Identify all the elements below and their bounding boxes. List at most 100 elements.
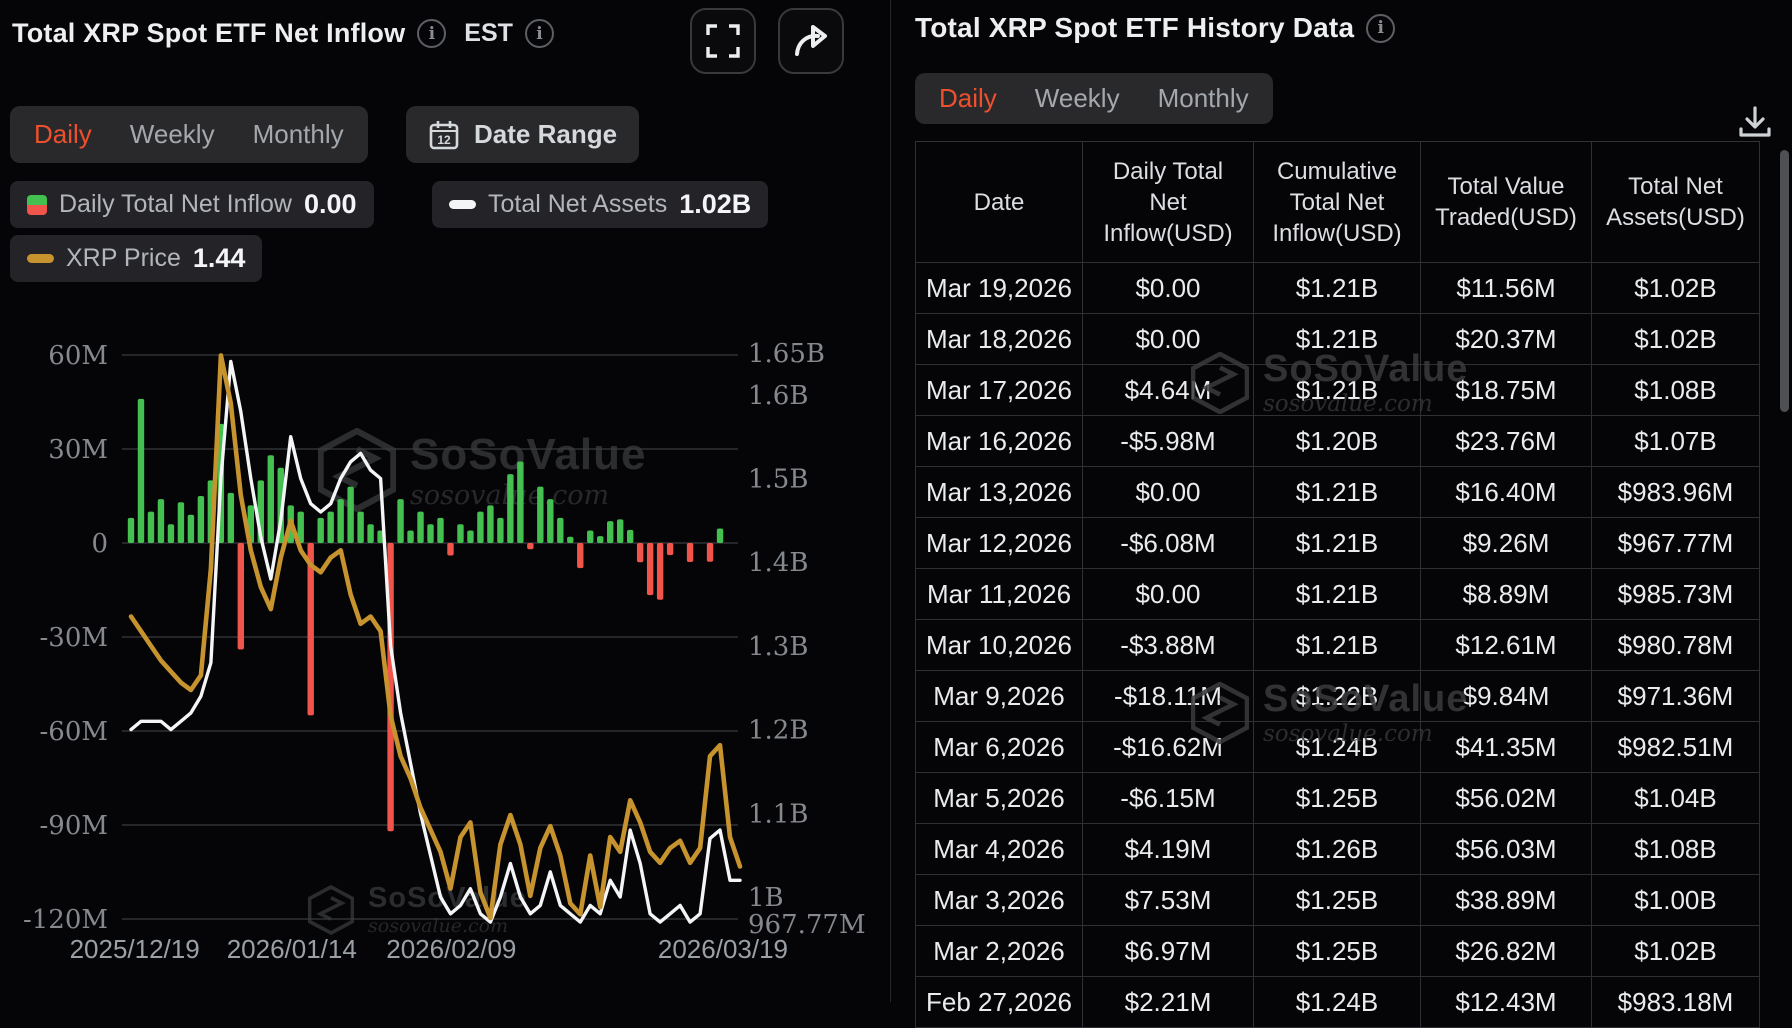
cell-daily-inflow: $6.97M <box>1083 926 1254 976</box>
svg-text:2026/03/19: 2026/03/19 <box>658 934 788 964</box>
cell-value-traded: $38.89M <box>1421 875 1592 925</box>
svg-text:-30M: -30M <box>40 623 109 653</box>
legend-value: 1.44 <box>192 243 246 273</box>
cell-daily-inflow: -$16.62M <box>1083 722 1254 772</box>
table-tab-monthly[interactable]: Monthly <box>1158 83 1249 114</box>
table-scrollbar-thumb[interactable] <box>1780 150 1789 412</box>
cell-net-assets: $980.78M <box>1592 620 1760 670</box>
svg-text:1B: 1B <box>748 883 784 913</box>
cell-value-traded: $20.37M <box>1421 314 1592 364</box>
history-table: Date Daily Total Net Inflow(USD) Cumulative T… <box>915 141 1760 1028</box>
legend-value: 1.02B <box>679 189 752 219</box>
cell-cumulative-inflow: $1.25B <box>1254 926 1421 976</box>
table-tab-weekly[interactable]: Weekly <box>1035 83 1120 114</box>
info-icon[interactable]: i <box>524 19 554 48</box>
table-row: Mar 11,2026 $0.00 $1.21B $8.89M $985.73M <box>915 569 1760 620</box>
inflow-bar-icon <box>27 194 47 215</box>
table-row: Mar 10,2026 -$3.88M $1.21B $12.61M $980.78M <box>915 620 1760 671</box>
share-icon <box>795 25 827 56</box>
cell-date: Feb 27,2026 <box>915 977 1083 1027</box>
cell-daily-inflow: $4.19M <box>1083 824 1254 874</box>
cell-net-assets: $983.96M <box>1592 467 1760 517</box>
inflow-chart: 60M 30M 0 -30M -60M -90M -120M 1.65B 1.6B 1.5B 1.4… <box>23 339 866 964</box>
date-range-label: Date Range <box>474 119 618 149</box>
cell-daily-inflow: -$18.11M <box>1083 671 1254 721</box>
cell-value-traded: $9.84M <box>1421 671 1592 721</box>
cell-net-assets: $985.73M <box>1592 569 1760 619</box>
table-tab-daily[interactable]: Daily <box>939 83 997 114</box>
svg-text:1.6B: 1.6B <box>748 381 808 411</box>
cell-net-assets: $982.51M <box>1592 722 1760 772</box>
cell-cumulative-inflow: $1.21B <box>1254 263 1421 313</box>
cell-net-assets: $1.08B <box>1592 365 1760 415</box>
cell-net-assets: $1.08B <box>1592 824 1760 874</box>
table-row: Mar 4,2026 $4.19M $1.26B $56.03M $1.08B <box>915 824 1760 875</box>
legend-label: XRP Price <box>66 244 181 272</box>
cell-daily-inflow: $0.00 <box>1083 569 1254 619</box>
chart-tab-daily[interactable]: Daily <box>34 119 92 150</box>
cell-date: Mar 6,2026 <box>915 722 1083 772</box>
cell-net-assets: $1.07B <box>1592 416 1760 466</box>
cell-net-assets: $983.18M <box>1592 977 1760 1027</box>
legend-dash-gold[interactable]: XRP Price 1.44 <box>10 235 263 282</box>
chart-tab-monthly[interactable]: Monthly <box>253 119 344 150</box>
table-body: Mar 19,2026 $0.00 $1.21B $11.56M $1.02B Mar 1… <box>915 263 1760 1028</box>
svg-text:1.5B: 1.5B <box>748 465 808 495</box>
cell-date: Mar 13,2026 <box>915 467 1083 517</box>
dash-gold-icon <box>27 254 54 263</box>
cell-value-traded: $56.03M <box>1421 824 1592 874</box>
cell-daily-inflow: -$6.08M <box>1083 518 1254 568</box>
svg-text:1.2B: 1.2B <box>748 716 808 746</box>
cell-daily-inflow: -$3.88M <box>1083 620 1254 670</box>
column-header: Total Net Assets(USD) <box>1592 142 1760 262</box>
cell-cumulative-inflow: $1.21B <box>1254 620 1421 670</box>
table-row: Feb 27,2026 $2.21M $1.24B $12.43M $983.18M <box>915 977 1760 1028</box>
svg-text:-60M: -60M <box>40 717 109 747</box>
info-icon[interactable]: i <box>1366 13 1396 43</box>
cell-value-traded: $41.35M <box>1421 722 1592 772</box>
cell-daily-inflow: $0.00 <box>1083 314 1254 364</box>
table-row: Mar 2,2026 $6.97M $1.25B $26.82M $1.02B <box>915 926 1760 977</box>
cell-daily-inflow: $0.00 <box>1083 467 1254 517</box>
share-button[interactable] <box>778 8 844 74</box>
cell-value-traded: $11.56M <box>1421 263 1592 313</box>
svg-text:0: 0 <box>91 529 108 559</box>
cell-date: Mar 11,2026 <box>915 569 1083 619</box>
svg-text:2026/02/09: 2026/02/09 <box>386 934 516 964</box>
cell-date: Mar 17,2026 <box>915 365 1083 415</box>
cell-date: Mar 5,2026 <box>915 773 1083 823</box>
cell-value-traded: $23.76M <box>1421 416 1592 466</box>
cell-cumulative-inflow: $1.26B <box>1254 824 1421 874</box>
cell-date: Mar 3,2026 <box>915 875 1083 925</box>
history-data-panel: Total XRP Spot ETF History Data i Daily W… <box>890 0 1792 1028</box>
table-row: Mar 13,2026 $0.00 $1.21B $16.40M $983.96M <box>915 467 1760 518</box>
cell-cumulative-inflow: $1.25B <box>1254 875 1421 925</box>
cell-date: Mar 2,2026 <box>915 926 1083 976</box>
svg-text:1.65B: 1.65B <box>748 339 825 369</box>
table-row: Mar 9,2026 -$18.11M $1.22B $9.84M $971.36M <box>915 671 1760 722</box>
cell-cumulative-inflow: $1.25B <box>1254 773 1421 823</box>
cell-value-traded: $12.43M <box>1421 977 1592 1027</box>
dash-white-icon <box>449 200 476 209</box>
legend-value: 0.00 <box>303 189 357 219</box>
cell-daily-inflow: $4.64M <box>1083 365 1254 415</box>
svg-text:12: 12 <box>437 133 451 147</box>
column-header: Date <box>915 142 1083 262</box>
chart-tab-weekly[interactable]: Weekly <box>130 119 215 150</box>
cell-net-assets: $1.02B <box>1592 314 1760 364</box>
cell-daily-inflow: $0.00 <box>1083 263 1254 313</box>
cell-cumulative-inflow: $1.21B <box>1254 467 1421 517</box>
table-row: Mar 16,2026 -$5.98M $1.20B $23.76M $1.07B <box>915 416 1760 467</box>
legend-dash-white[interactable]: Total Net Assets 1.02B <box>432 181 769 228</box>
cell-value-traded: $8.89M <box>1421 569 1592 619</box>
legend-inflow-bar[interactable]: Daily Total Net Inflow 0.00 <box>10 181 374 228</box>
info-icon[interactable]: i <box>417 19 447 48</box>
calendar-icon: 12 <box>429 120 459 149</box>
svg-text:2025/12/19: 2025/12/19 <box>70 934 200 964</box>
table-row: Mar 6,2026 -$16.62M $1.24B $41.35M $982.51M <box>915 722 1760 773</box>
fullscreen-button[interactable] <box>690 8 756 74</box>
table-row: Mar 5,2026 -$6.15M $1.25B $56.02M $1.04B <box>915 773 1760 824</box>
cell-cumulative-inflow: $1.24B <box>1254 722 1421 772</box>
date-range-button[interactable]: 12 Date Range <box>406 106 640 163</box>
svg-text:1.4B: 1.4B <box>748 548 808 578</box>
